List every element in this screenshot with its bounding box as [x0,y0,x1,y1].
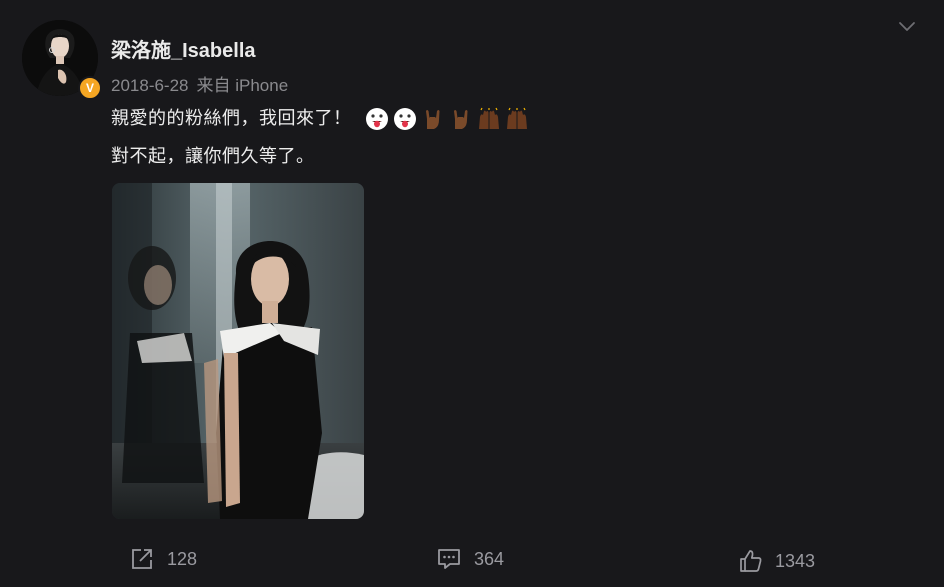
rock-hand-emoji [454,110,468,130]
tongue-out-emoji [366,108,389,131]
comment-count: 364 [474,548,505,569]
username[interactable]: 梁洛施_Isabella [111,34,256,63]
comment-button[interactable]: 364 [436,546,504,572]
weibo-post-card: V 梁洛施_Isabella 2018-6-28 来自 iPhone 親愛的的粉絲… [0,0,944,587]
emoji-row [365,107,529,131]
like-count: 1343 [775,550,816,571]
repost-count: 128 [167,548,198,569]
rock-hand-emoji [426,110,440,130]
tongue-out-emoji [394,108,417,131]
avatar[interactable]: V [22,20,102,100]
verified-badge: V [78,76,102,100]
post-text-1: 親愛的的粉絲們，我回來了！ [111,108,352,128]
post-text-line-1: 親愛的的粉絲們，我回來了！ [111,104,529,131]
post-source: 来自 iPhone [196,76,289,95]
post-text-line-2: 對不起，讓你們久等了。 [111,146,315,166]
like-button[interactable]: 1343 [739,549,815,573]
share-icon [132,549,152,569]
comment-icon [438,549,460,569]
post-photo[interactable] [112,183,364,519]
post-date[interactable]: 2018-6-28 [111,76,189,95]
raised-hands-emoji [479,107,500,130]
post-meta: 2018-6-28 来自 iPhone [111,71,296,96]
chevron-down-icon[interactable] [896,16,918,36]
repost-button[interactable]: 128 [129,546,197,572]
raised-hands-emoji [507,107,528,130]
thumbs-up-icon [740,550,762,572]
